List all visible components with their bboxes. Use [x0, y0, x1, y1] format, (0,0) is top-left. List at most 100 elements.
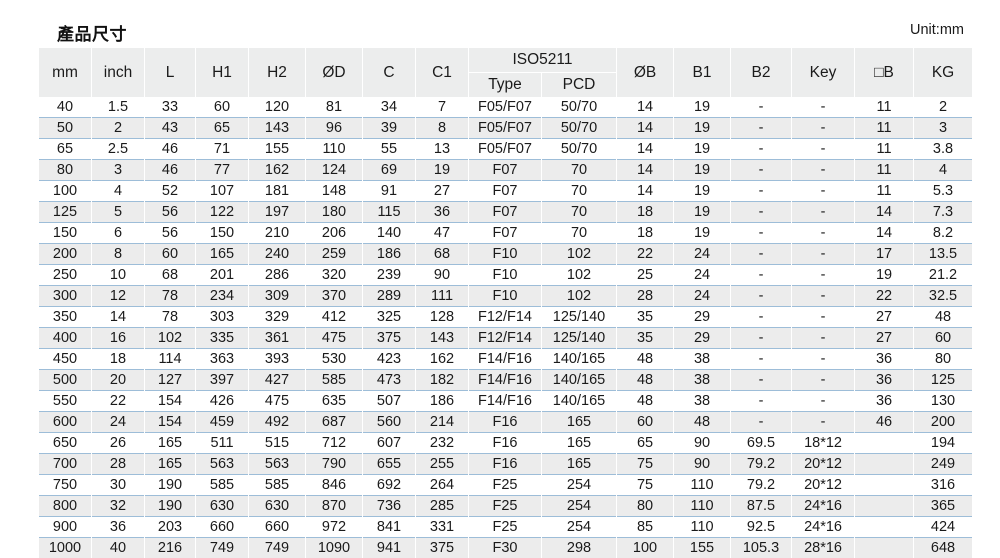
cell-type: F16 [469, 432, 541, 453]
column-header-l[interactable]: L [145, 48, 195, 97]
cell-c1: 7 [416, 97, 468, 117]
table-row[interactable]: 40 1.5 33 60 120 81 34 7 F05/F07 50/70 14 19- -11 2 [39, 97, 973, 117]
cell-ob: 25 [617, 264, 674, 285]
cell-mm: 80 [39, 159, 91, 180]
table-row[interactable]: 550 22 154 426 475 635 507 186 F14/F16 140/165 48 3… [39, 390, 973, 411]
cell-ob: 48 [617, 390, 674, 411]
cell-od: 790 [306, 453, 362, 474]
column-header-c[interactable]: C [363, 48, 415, 97]
column-header-c1[interactable]: C1 [416, 48, 468, 97]
cell-b1: 155 [674, 537, 731, 558]
cell-type: F05/F07 [469, 138, 541, 159]
cell-b2: - [731, 306, 792, 327]
cell-c1: 13 [416, 138, 468, 159]
column-header-pcd[interactable]: PCD [542, 73, 617, 97]
table-row[interactable]: 450 18 114 363 393 530 423 162 F14/F16 140/165 48 3… [39, 348, 973, 369]
table-row[interactable]: 250 10 68 201 286 320 239 90 F10 102 25 24- -19 21.2 [39, 264, 973, 285]
table-row[interactable]: 600 24 154 459 492 687 560 214 F16 165 60 48- -46 200 [39, 411, 973, 432]
table-row[interactable]: 800 32 190 630 630 870 736 285 F25 254 80 110 87.5 24… [39, 495, 973, 516]
table-row[interactable]: 350 14 78 303 329 412 325 128 F12/F14 125/140 35 29… [39, 306, 973, 327]
table-row[interactable]: 700 28 165 563 563 790 655 255 F16 165 75 90 79.2 20*… [39, 453, 973, 474]
table-row[interactable]: 50 2 43 65 143 96 39 8 F05/F07 50/70 14 19- -11 3 [39, 117, 973, 138]
cell-ob: 48 [617, 369, 674, 390]
cell-od: 96 [306, 117, 362, 138]
cell-mm: 450 [39, 348, 91, 369]
cell-l: 60 [145, 243, 195, 264]
table-row[interactable]: 400 16 102 335 361 475 375 143 F12/F14 125/140 35 2… [39, 327, 973, 348]
cell-l: 78 [145, 306, 195, 327]
cell-h1: 77 [196, 159, 248, 180]
column-header-kg[interactable]: KG [914, 48, 973, 97]
cell-ob: 22 [617, 243, 674, 264]
cell-h2: 309 [249, 285, 305, 306]
cell-b2: 79.2 [731, 453, 792, 474]
page-header: 產品尺寸 Unit:mm [0, 20, 1000, 48]
cell-pcd: 70 [542, 159, 617, 180]
cell-l: 190 [145, 474, 195, 495]
cell-c1: 128 [416, 306, 468, 327]
cell-pcd: 254 [542, 516, 617, 537]
table-row[interactable]: 200 8 60 165 240 259 186 68 F10 102 22 24- -17 13.5 [39, 243, 973, 264]
cell-inch: 20 [92, 369, 144, 390]
cell-type: F07 [469, 180, 541, 201]
cell-c1: 111 [416, 285, 468, 306]
column-header-mm[interactable]: mm [39, 48, 91, 97]
cell-ob: 18 [617, 201, 674, 222]
cell-sqb: 36 [855, 348, 914, 369]
cell-mm: 1000 [39, 537, 91, 558]
column-header-inch[interactable]: inch [92, 48, 144, 97]
column-header-square-b[interactable]: □B [855, 48, 914, 97]
cell-sqb: 11 [855, 117, 914, 138]
cell-h1: 459 [196, 411, 248, 432]
cell-pcd: 165 [542, 453, 617, 474]
column-header-ob[interactable]: ØB [617, 48, 674, 97]
cell-b2: - [731, 369, 792, 390]
cell-h1: 426 [196, 390, 248, 411]
cell-key: 20*12 [792, 474, 855, 495]
cell-type: F07 [469, 222, 541, 243]
table-row[interactable]: 500 20 127 397 427 585 473 182 F14/F16 140/165 48 3… [39, 369, 973, 390]
cell-sqb: 36 [855, 390, 914, 411]
table-body: 40 1.5 33 60 120 81 34 7 F05/F07 50/70 14 19- -11 2 50… [39, 97, 973, 558]
table-row[interactable]: 750 30 190 585 585 846 692 264 F25 254 75 110 79.2 20… [39, 474, 973, 495]
column-header-type[interactable]: Type [469, 73, 541, 97]
cell-c1: 68 [416, 243, 468, 264]
cell-sqb [855, 495, 914, 516]
cell-b1: 38 [674, 348, 731, 369]
table-row[interactable]: 80 3 46 77 162 124 69 19 F07 70 14 19- -11 4 [39, 159, 973, 180]
cell-od: 124 [306, 159, 362, 180]
product-dimensions-table: mm inch L H1 H2 ØD C C1 ISO5211 ØB B1 B2… [38, 48, 974, 558]
table-row[interactable]: 1000 40 216 749 749 1090 941 375 F30 298 100 155 105… [39, 537, 973, 558]
cell-sqb: 11 [855, 180, 914, 201]
cell-h1: 585 [196, 474, 248, 495]
cell-inch: 30 [92, 474, 144, 495]
table-row[interactable]: 650 26 165 511 515 712 607 232 F16 165 65 90 69.5 18*… [39, 432, 973, 453]
table-row[interactable]: 150 6 56 150 210 206 140 47 F07 70 18 19- -14 8.2 [39, 222, 973, 243]
column-header-key[interactable]: Key [792, 48, 855, 97]
column-header-b1[interactable]: B1 [674, 48, 731, 97]
cell-c: 692 [363, 474, 415, 495]
column-header-od[interactable]: ØD [306, 48, 362, 97]
table-row[interactable]: 65 2.5 46 71 155 110 55 13 F05/F07 50/70 14 19- -11 3… [39, 138, 973, 159]
cell-ob: 14 [617, 117, 674, 138]
cell-mm: 50 [39, 117, 91, 138]
cell-b2: - [731, 201, 792, 222]
cell-type: F10 [469, 264, 541, 285]
cell-l: 68 [145, 264, 195, 285]
cell-c1: 90 [416, 264, 468, 285]
cell-b1: 19 [674, 138, 731, 159]
table-row[interactable]: 300 12 78 234 309 370 289 111 F10 102 28 24- -22 32.5 [39, 285, 973, 306]
table-row[interactable]: 100 4 52 107 181 148 91 27 F07 70 14 19- -11 5.3 [39, 180, 973, 201]
cell-h2: 563 [249, 453, 305, 474]
table-row[interactable]: 900 36 203 660 660 972 841 331 F25 254 85 110 92.5 24… [39, 516, 973, 537]
column-header-b2[interactable]: B2 [731, 48, 792, 97]
column-header-h2[interactable]: H2 [249, 48, 305, 97]
cell-b1: 110 [674, 495, 731, 516]
cell-key: 28*16 [792, 537, 855, 558]
column-header-h1[interactable]: H1 [196, 48, 248, 97]
cell-type: F16 [469, 453, 541, 474]
cell-mm: 900 [39, 516, 91, 537]
cell-b1: 110 [674, 474, 731, 495]
cell-pcd: 254 [542, 495, 617, 516]
table-row[interactable]: 125 5 56 122 197 180 115 36 F07 70 18 19- -14 7.3 [39, 201, 973, 222]
